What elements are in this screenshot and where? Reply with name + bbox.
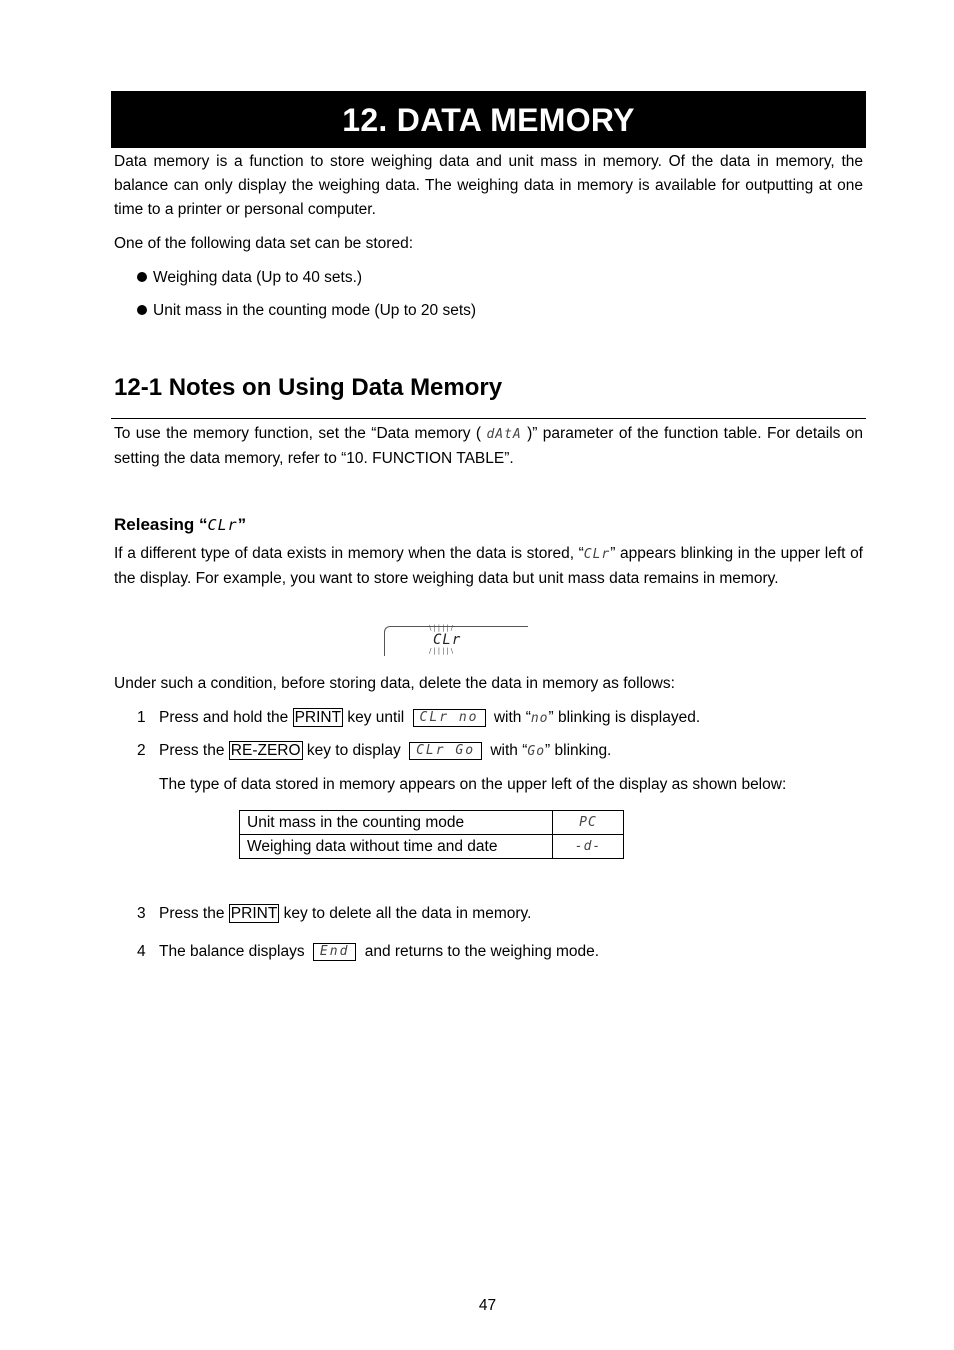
chapter-title-bar: 12. DATA MEMORY (111, 91, 866, 148)
re-zero-key-label: RE-ZERO (228, 741, 303, 760)
lcd-code-clr: CLr (207, 516, 238, 534)
bullet-item: Weighing data (Up to 40 sets.) (137, 266, 362, 290)
table-cell-code: PC (552, 810, 624, 835)
lcd-code-data: dAtA (486, 427, 522, 442)
step-text: key to delete all the data in memory. (279, 905, 532, 922)
step-text: and returns to the weighing mode. (360, 943, 600, 960)
section-divider (111, 418, 866, 419)
print-key-label: PRINT (228, 904, 280, 923)
step-item: 2 Press the RE-ZERO key to display CLr Go… (137, 739, 611, 764)
display-illustration: \||||/ CLr /||||\ (384, 624, 528, 656)
heading-text: Releasing “ (114, 515, 208, 534)
lcd-code-go: Go (527, 744, 546, 759)
print-key-label: PRINT (292, 708, 344, 727)
blink-rays-icon: /||||\ (429, 647, 456, 655)
manual-page: 12. DATA MEMORY Data memory is a functio… (0, 0, 954, 1350)
step-number: 4 (137, 943, 146, 960)
memory-function-paragraph: To use the memory function, set the “Dat… (114, 422, 863, 471)
table-cell-description: Weighing data without time and date (239, 834, 553, 859)
step-item: 3 Press the PRINT key to delete all the d… (137, 902, 531, 926)
bullet-icon (137, 305, 147, 315)
display-clr-text: CLr (433, 632, 462, 648)
lcd-display-end: End (312, 943, 357, 961)
step-text: with “ (489, 709, 531, 726)
step-number: 3 (137, 905, 146, 922)
bullet-text: Weighing data (Up to 40 sets.) (153, 269, 363, 286)
lcd-display-clr-go: CLr Go (409, 742, 483, 760)
table-row: Weighing data without time and date -d- (239, 834, 624, 859)
step-text: ” blinking. (545, 742, 612, 759)
step-text: key until (343, 709, 409, 726)
lcd-code-clr: CLr (583, 547, 611, 562)
bullet-icon (137, 272, 147, 282)
bullet-item: Unit mass in the counting mode (Up to 20… (137, 299, 476, 323)
text-segment: To use the memory function, set the “Dat… (114, 425, 487, 442)
step-number: 2 (137, 742, 146, 759)
step-text: Press and hold the (159, 709, 293, 726)
subsection-heading: Releasing “CLr” (114, 515, 246, 535)
section-heading: 12-1 Notes on Using Data Memory (114, 374, 503, 401)
lcd-code-no: no (530, 711, 549, 726)
step-number: 1 (137, 709, 146, 726)
step-text: with “ (486, 742, 528, 759)
table-row: Unit mass in the counting mode PC (239, 810, 624, 835)
text-segment: If a different type of data exists in me… (114, 545, 584, 562)
blink-rays-icon: \||||/ (429, 624, 456, 632)
lcd-display-clr-no: CLr no (412, 709, 486, 727)
step-text: ” blinking is displayed. (548, 709, 701, 726)
bullet-text: Unit mass in the counting mode (Up to 20… (153, 302, 477, 319)
data-type-table: Unit mass in the counting mode PC Weighi… (239, 810, 624, 859)
step-text: key to display (302, 742, 406, 759)
step-item: 1 Press and hold the PRINT key until CLr … (137, 706, 700, 731)
step-item: 4 The balance displays End and returns to… (137, 940, 599, 964)
step-text: Press the (159, 742, 229, 759)
step-text: The balance displays (159, 943, 309, 960)
releasing-paragraph: If a different type of data exists in me… (114, 542, 863, 591)
table-cell-description: Unit mass in the counting mode (239, 810, 553, 835)
data-type-note: The type of data stored in memory appear… (159, 776, 787, 793)
table-cell-code: -d- (552, 834, 624, 859)
step-text: Press the (159, 905, 229, 922)
heading-text: ” (237, 515, 247, 534)
page-number: 47 (478, 1297, 497, 1314)
intro-paragraph: Data memory is a function to store weigh… (114, 153, 863, 218)
procedure-lead: Under such a condition, before storing d… (114, 675, 675, 692)
list-lead: One of the following data set can be sto… (114, 235, 413, 252)
chapter-title: 12. DATA MEMORY (342, 102, 635, 138)
